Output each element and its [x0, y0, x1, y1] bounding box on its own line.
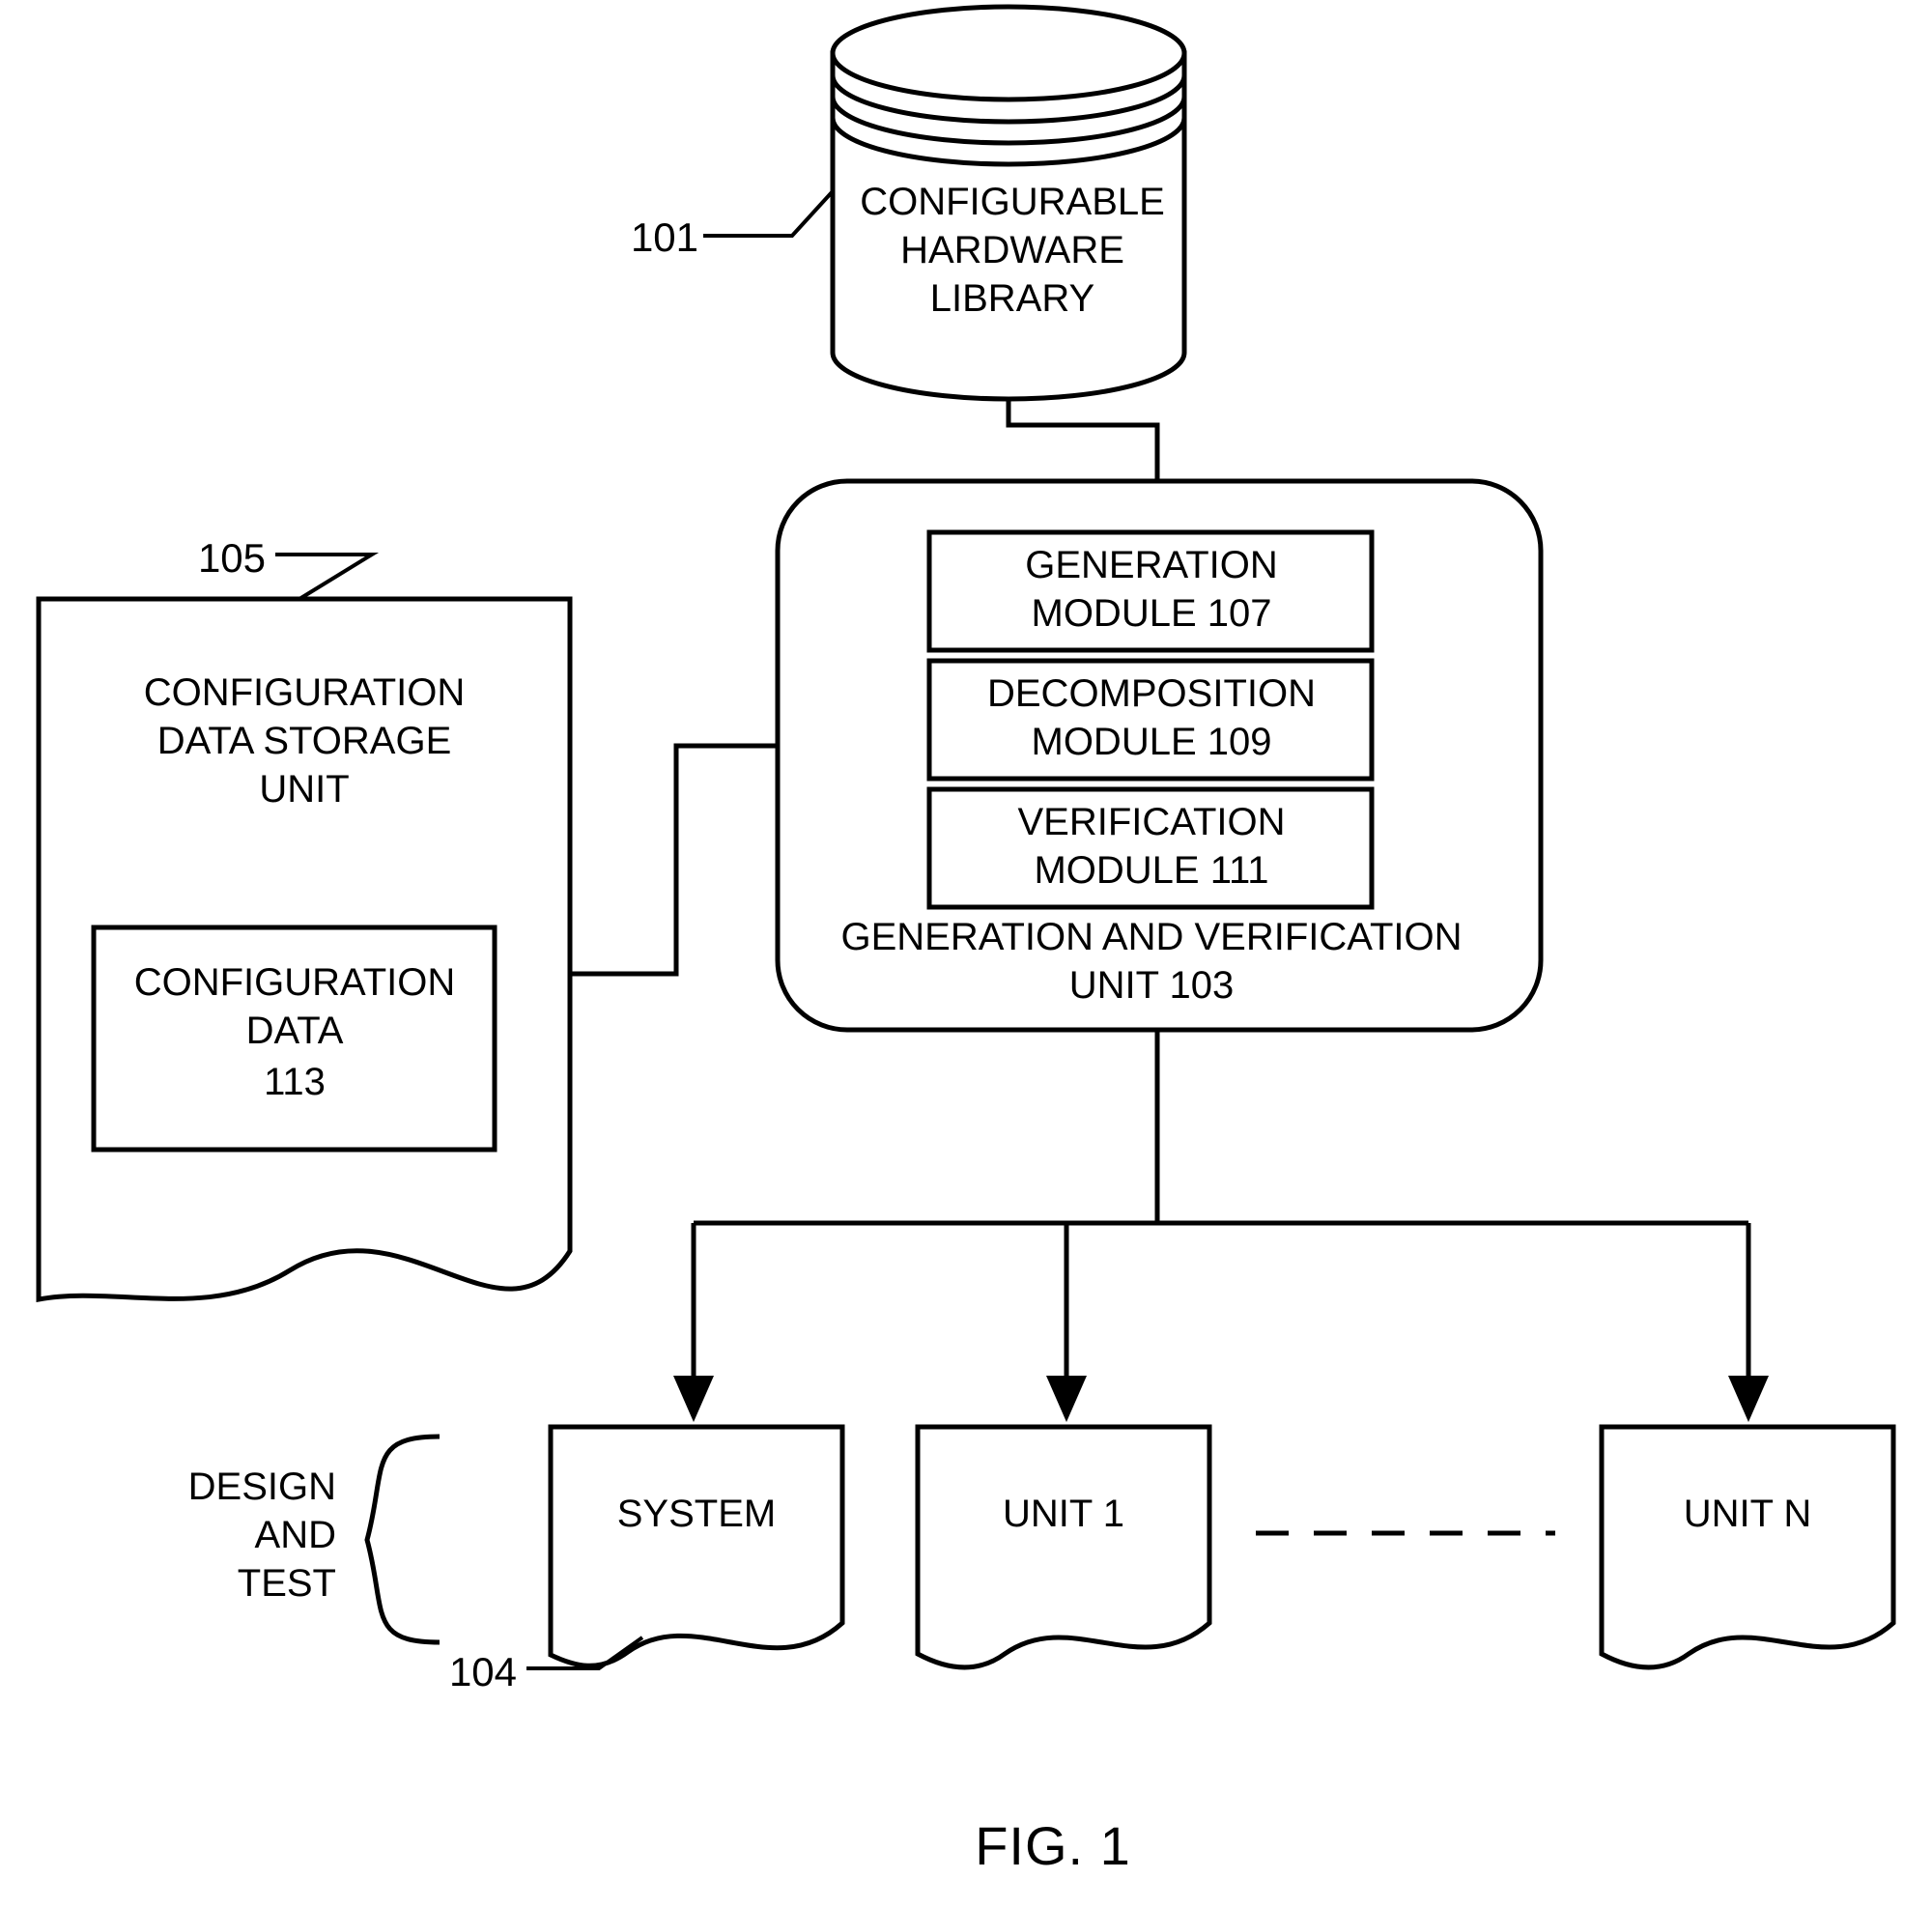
configuration-data-line-1: CONFIGURATION — [134, 961, 456, 1004]
node-generation-and-verification-unit: GENERATION MODULE 107 DECOMPOSITION MODU… — [775, 478, 1544, 1033]
connector-branch-to-design-and-test — [673, 1030, 1769, 1422]
ref-104-text: 104 — [449, 1649, 517, 1694]
brace-label-line-2: AND — [255, 1514, 336, 1556]
node-configurable-hardware-library: CONFIGURABLE HARDWARE LIBRARY — [830, 4, 1187, 402]
figure-caption: FIG. 1 — [975, 1815, 1131, 1876]
patent-figure: CONFIGURABLE HARDWARE LIBRARY 101 GENERA… — [0, 0, 1932, 1907]
generation-module-line-2: MODULE 107 — [1032, 592, 1272, 635]
cylinder-top-ellipse — [830, 4, 1187, 102]
configuration-data-line-2: DATA — [246, 1010, 344, 1052]
ref-105-leader — [275, 553, 380, 601]
node-decomposition-module: DECOMPOSITION MODULE 109 — [926, 658, 1375, 782]
arrowhead-unit-n — [1728, 1376, 1769, 1422]
node-generation-module: GENERATION MODULE 107 — [926, 529, 1375, 653]
unit-1-label: UNIT 1 — [1003, 1493, 1124, 1535]
arrowhead-system — [673, 1376, 714, 1422]
node-configuration-data: CONFIGURATION DATA 113 — [91, 925, 497, 1153]
unit-n-body — [1599, 1424, 1896, 1670]
ref-101-leader — [703, 189, 835, 238]
design-and-test-brace — [364, 1434, 440, 1645]
storage-unit-line-2: DATA STORAGE — [157, 720, 452, 762]
generation-module-line-1: GENERATION — [1025, 544, 1278, 586]
node-system: SYSTEM — [548, 1424, 845, 1668]
unit-1-body — [915, 1424, 1212, 1670]
decomposition-module-line-2: MODULE 109 — [1032, 721, 1272, 763]
system-label: SYSTEM — [617, 1493, 776, 1535]
connector-storage-unit-to-gv-unit — [570, 743, 778, 977]
system-body — [548, 1424, 845, 1668]
library-label-line-2: HARDWARE — [900, 229, 1124, 271]
cylinder-body — [830, 50, 1187, 402]
arrowhead-unit-1 — [1046, 1376, 1087, 1422]
library-label-line-3: LIBRARY — [930, 277, 1094, 320]
node-verification-module: VERIFICATION MODULE 111 — [926, 786, 1375, 910]
reference-numeral-105: 105 — [198, 535, 380, 601]
storage-unit-line-3: UNIT — [259, 768, 349, 811]
node-unit-1: UNIT 1 — [915, 1424, 1212, 1670]
configuration-data-line-3: 113 — [264, 1061, 326, 1103]
decomposition-module-line-1: DECOMPOSITION — [987, 672, 1316, 715]
brace-label-line-3: TEST — [238, 1562, 336, 1605]
verification-module-line-1: VERIFICATION — [1017, 801, 1285, 843]
node-unit-n: UNIT N — [1599, 1424, 1896, 1670]
node-configuration-data-storage-unit: CONFIGURATION DATA STORAGE UNIT CONFIGUR… — [36, 596, 573, 1303]
verification-module-line-2: MODULE 111 — [1034, 849, 1268, 892]
connector-library-to-gv-unit — [1006, 398, 1160, 481]
ref-101-text: 101 — [631, 214, 698, 260]
ref-105-text: 105 — [198, 535, 266, 581]
storage-unit-line-1: CONFIGURATION — [144, 671, 466, 714]
design-and-test-brace-group: DESIGN AND TEST — [188, 1434, 440, 1645]
gv-unit-label-line-2: UNIT 103 — [1069, 964, 1234, 1007]
diagram-canvas: CONFIGURABLE HARDWARE LIBRARY 101 GENERA… — [36, 4, 1896, 1876]
unit-n-label: UNIT N — [1684, 1493, 1812, 1535]
brace-label-line-1: DESIGN — [188, 1466, 336, 1508]
library-label-line-1: CONFIGURABLE — [860, 181, 1165, 223]
gv-unit-label-line-1: GENERATION AND VERIFICATION — [840, 916, 1462, 958]
reference-numeral-101: 101 — [631, 189, 835, 260]
